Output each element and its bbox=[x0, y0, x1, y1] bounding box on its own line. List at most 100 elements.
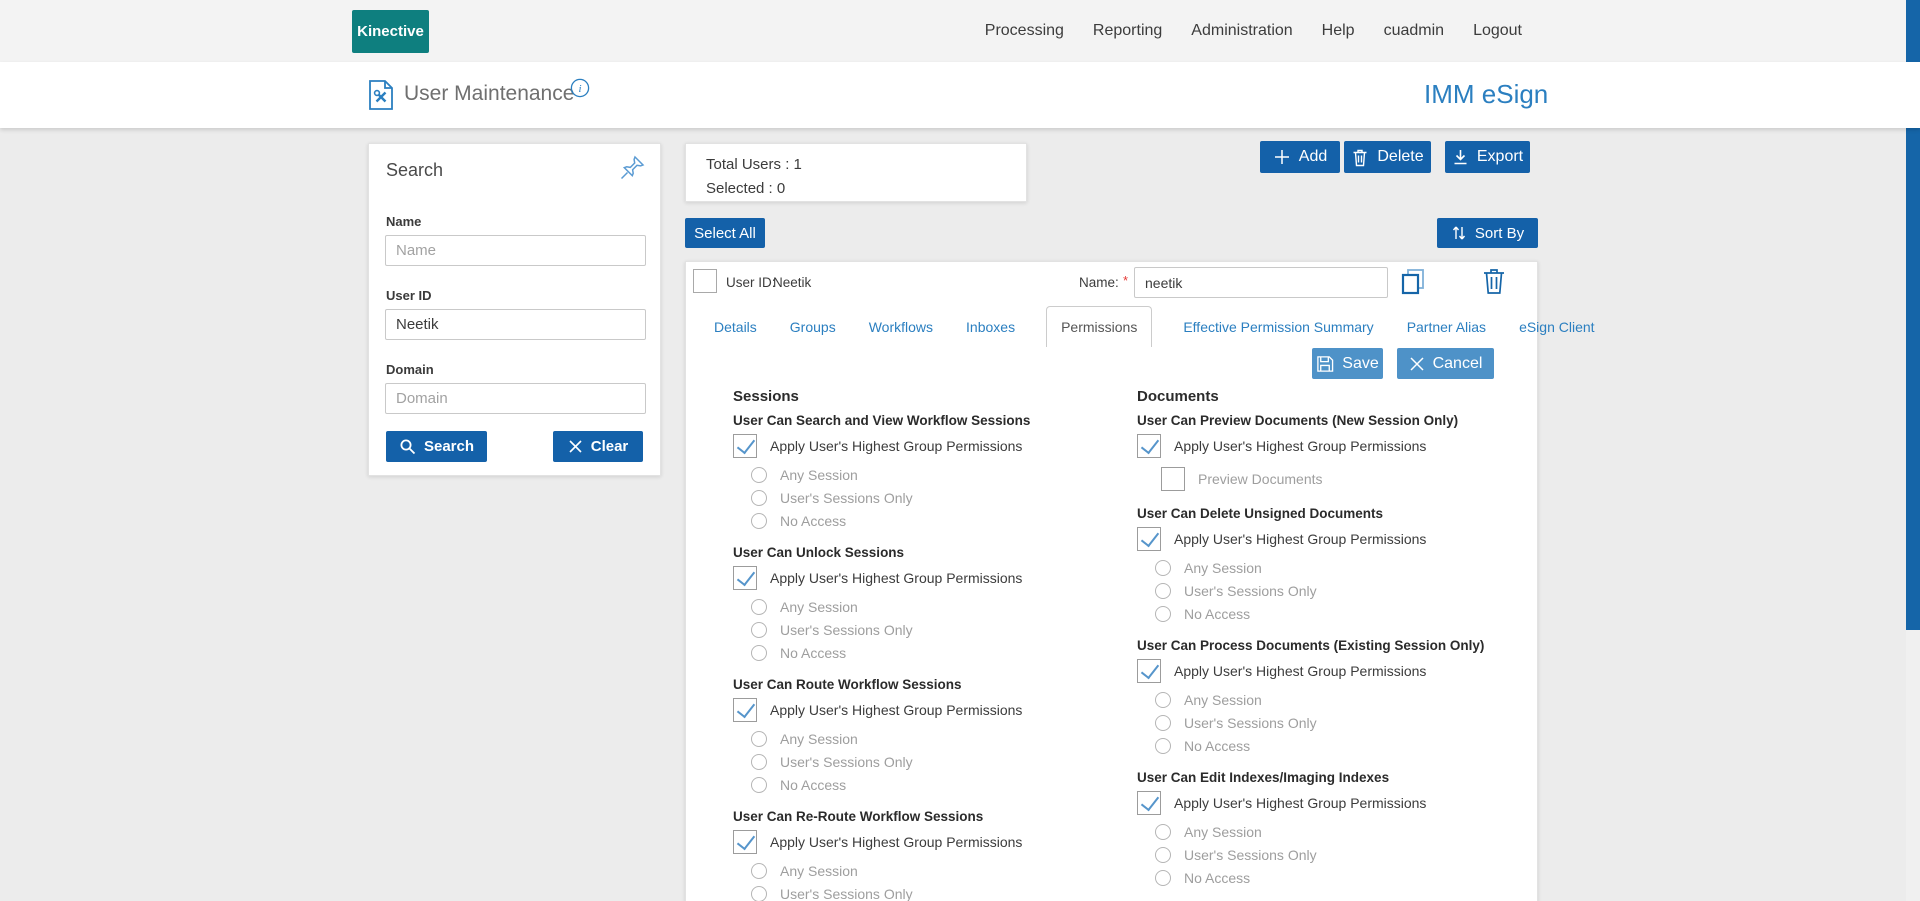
permission-group: User Can Route Workflow Sessions Apply Us… bbox=[733, 676, 1123, 796]
permission-group-title: User Can Route Workflow Sessions bbox=[733, 676, 1123, 693]
header-band: User Maintenance i IMM eSign bbox=[0, 62, 1920, 128]
select-all-button[interactable]: Select All bbox=[685, 218, 765, 248]
userid-field-label: User ID bbox=[386, 288, 432, 303]
name-search-input[interactable] bbox=[385, 235, 646, 266]
cancel-button[interactable]: Cancel bbox=[1397, 348, 1494, 379]
required-asterisk: * bbox=[1123, 273, 1128, 288]
permission-option-row: User's Sessions Only bbox=[1155, 711, 1527, 734]
radio-user-s-sessions-only[interactable] bbox=[1155, 847, 1171, 863]
export-button[interactable]: Export bbox=[1445, 141, 1530, 173]
permission-option-row: Any Session bbox=[751, 727, 1123, 750]
apply-group-permissions-checkbox[interactable] bbox=[733, 434, 757, 458]
add-button[interactable]: Add bbox=[1260, 141, 1340, 173]
user-id-value: Neetik bbox=[773, 275, 811, 290]
kinective-logo[interactable]: Kinective bbox=[352, 10, 429, 53]
nav-item-administration[interactable]: Administration bbox=[1191, 22, 1292, 40]
permission-group-title: User Can Search and View Workflow Sessio… bbox=[733, 412, 1123, 429]
search-button[interactable]: Search bbox=[386, 431, 487, 462]
preview-documents-label: Preview Documents bbox=[1198, 471, 1323, 487]
nav-item-logout[interactable]: Logout bbox=[1473, 22, 1522, 40]
permissions-section-heading: Sessions bbox=[733, 388, 1123, 405]
permission-group: User Can Edit Indexes/Imaging IndexesApp… bbox=[1137, 769, 1527, 889]
radio-any-session[interactable] bbox=[751, 599, 767, 615]
tab-permissions[interactable]: Permissions bbox=[1046, 306, 1152, 347]
tab-groups[interactable]: Groups bbox=[788, 307, 838, 347]
radio-user-s-sessions-only[interactable] bbox=[1155, 715, 1171, 731]
nav-item-processing[interactable]: Processing bbox=[985, 22, 1064, 40]
save-button[interactable]: Save bbox=[1312, 348, 1383, 379]
radio-no-access[interactable] bbox=[751, 513, 767, 529]
radio-any-session[interactable] bbox=[1155, 824, 1171, 840]
radio-no-access[interactable] bbox=[751, 777, 767, 793]
permission-option-row: User's Sessions Only bbox=[1155, 843, 1527, 866]
radio-user-s-sessions-only[interactable] bbox=[751, 886, 767, 901]
sort-by-button[interactable]: Sort By bbox=[1437, 218, 1538, 248]
delete-user-icon[interactable] bbox=[1481, 266, 1509, 298]
apply-permissions-row: Apply User's Highest Group Permissions bbox=[733, 829, 1123, 855]
radio-any-session[interactable] bbox=[751, 731, 767, 747]
radio-any-session[interactable] bbox=[751, 467, 767, 483]
apply-group-permissions-checkbox[interactable] bbox=[733, 698, 757, 722]
domain-search-input[interactable] bbox=[385, 383, 646, 414]
nav-item-cuadmin[interactable]: cuadmin bbox=[1384, 22, 1444, 40]
radio-user-s-sessions-only[interactable] bbox=[1155, 583, 1171, 599]
radio-user-s-sessions-only[interactable] bbox=[751, 754, 767, 770]
tab-partner-alias[interactable]: Partner Alias bbox=[1405, 307, 1488, 347]
apply-group-permissions-checkbox[interactable] bbox=[733, 566, 757, 590]
permission-group-title: User Can Unlock Sessions bbox=[733, 544, 1123, 561]
apply-group-permissions-checkbox[interactable] bbox=[1137, 791, 1161, 815]
copy-icon[interactable] bbox=[1399, 267, 1427, 297]
tab-effective-permission-summary[interactable]: Effective Permission Summary bbox=[1181, 307, 1375, 347]
radio-no-access[interactable] bbox=[1155, 606, 1171, 622]
permission-option-row: Any Session bbox=[751, 595, 1123, 618]
top-nav: Kinective Processing Reporting Administr… bbox=[0, 0, 1920, 62]
radio-any-session[interactable] bbox=[751, 863, 767, 879]
apply-group-permissions-checkbox[interactable] bbox=[1137, 659, 1161, 683]
preview-documents-checkbox[interactable] bbox=[1161, 467, 1185, 491]
tab-inboxes[interactable]: Inboxes bbox=[964, 307, 1017, 347]
nav-item-reporting[interactable]: Reporting bbox=[1093, 22, 1162, 40]
delete-button[interactable]: Delete bbox=[1344, 141, 1431, 173]
tab-bar: Details Groups Workflows Inboxes Permiss… bbox=[712, 306, 1597, 347]
permission-group-title: User Can Edit Indexes/Imaging Indexes bbox=[1137, 769, 1527, 786]
radio-user-s-sessions-only[interactable] bbox=[751, 490, 767, 506]
radio-no-access[interactable] bbox=[1155, 870, 1171, 886]
permission-option-row: Any Session bbox=[1155, 688, 1527, 711]
permission-option-label: Any Session bbox=[780, 599, 858, 615]
permission-option-row: Any Session bbox=[751, 463, 1123, 486]
apply-permissions-row: Apply User's Highest Group Permissions bbox=[733, 697, 1123, 723]
name-label: Name: bbox=[1079, 275, 1119, 290]
permission-option-label: No Access bbox=[1184, 738, 1250, 754]
permission-group-title: User Can Process Documents (Existing Ses… bbox=[1137, 637, 1527, 654]
radio-user-s-sessions-only[interactable] bbox=[751, 622, 767, 638]
apply-group-permissions-checkbox[interactable] bbox=[1137, 527, 1161, 551]
apply-permissions-row: Apply User's Highest Group Permissions bbox=[1137, 526, 1527, 552]
info-icon[interactable]: i bbox=[570, 78, 590, 98]
radio-any-session[interactable] bbox=[1155, 560, 1171, 576]
permission-option-row: Any Session bbox=[1155, 556, 1527, 579]
tab-esign-client[interactable]: eSign Client bbox=[1517, 307, 1597, 347]
tab-details[interactable]: Details bbox=[712, 307, 759, 347]
permission-group-title: User Can Preview Documents (New Session … bbox=[1137, 412, 1527, 429]
permission-option-label: Any Session bbox=[780, 467, 858, 483]
apply-group-permissions-checkbox[interactable] bbox=[1137, 434, 1161, 458]
pin-icon[interactable] bbox=[618, 154, 646, 182]
clear-button[interactable]: Clear bbox=[553, 431, 643, 462]
clear-x-icon bbox=[568, 439, 583, 454]
page: Kinective Processing Reporting Administr… bbox=[0, 0, 1920, 901]
apply-permissions-label: Apply User's Highest Group Permissions bbox=[1174, 531, 1426, 547]
permission-option-row: No Access bbox=[1155, 866, 1527, 889]
radio-any-session[interactable] bbox=[1155, 692, 1171, 708]
permission-group: User Can Delete Unsigned DocumentsApply … bbox=[1137, 505, 1527, 625]
apply-group-permissions-checkbox[interactable] bbox=[733, 830, 757, 854]
permission-option-label: No Access bbox=[780, 513, 846, 529]
radio-no-access[interactable] bbox=[1155, 738, 1171, 754]
radio-no-access[interactable] bbox=[751, 645, 767, 661]
user-row-checkbox[interactable] bbox=[693, 269, 717, 293]
user-name-input[interactable] bbox=[1134, 267, 1388, 298]
apply-permissions-row: Apply User's Highest Group Permissions bbox=[1137, 433, 1527, 459]
nav-item-help[interactable]: Help bbox=[1322, 22, 1355, 40]
permission-option-label: Any Session bbox=[1184, 824, 1262, 840]
userid-search-input[interactable] bbox=[385, 309, 646, 340]
tab-workflows[interactable]: Workflows bbox=[867, 307, 935, 347]
